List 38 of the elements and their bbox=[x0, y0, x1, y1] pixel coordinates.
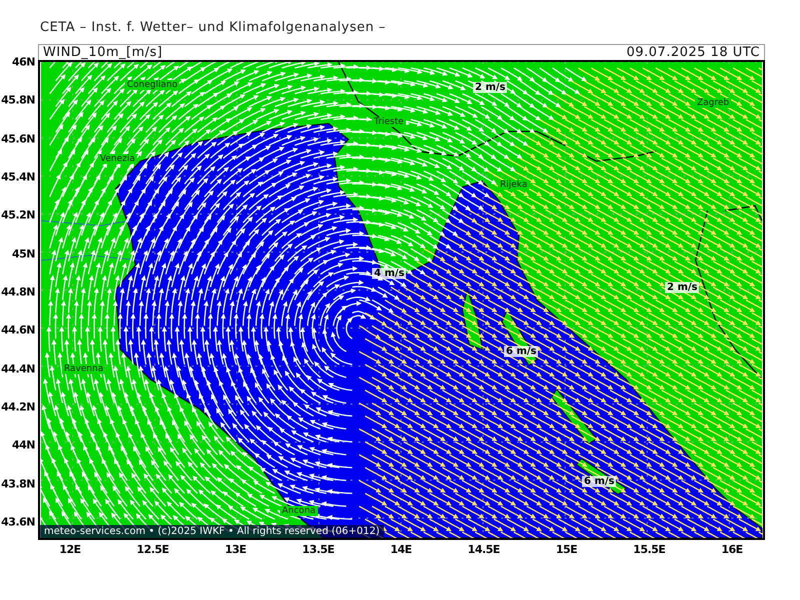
latitude-label: 44.8N bbox=[1, 285, 35, 298]
chart-title: CETA – Inst. f. Wetter– und Klimafolgenanalysen – bbox=[40, 20, 387, 37]
timestamp-label: 09.07.2025 18 UTC bbox=[626, 45, 760, 60]
city-label: Ancona bbox=[280, 506, 318, 516]
latitude-label: 44.2N bbox=[1, 400, 35, 414]
longitude-label: 12.5E bbox=[136, 543, 169, 556]
longitude-label: 13E bbox=[224, 543, 246, 556]
wind-speed-label: 4 m/s bbox=[372, 268, 406, 279]
longitude-label: 13.5E bbox=[302, 543, 334, 556]
latitude-label: 44N bbox=[12, 438, 35, 452]
wind-speed-label: 6 m/s bbox=[582, 476, 616, 487]
longitude-label: 16E bbox=[721, 543, 743, 556]
latitude-label: 44.6N bbox=[1, 324, 35, 337]
variable-label: WIND_10m_[m/s] bbox=[43, 45, 163, 60]
latitude-label: 45.6N bbox=[1, 132, 35, 146]
copyright-text: meteo-services.com • (c)2025 IWKF • All rights reserved (06+012) bbox=[40, 525, 384, 538]
latitude-label: 45.8N bbox=[1, 94, 35, 107]
latitude-label: 43.6N bbox=[1, 515, 35, 528]
city-label: Conegliano bbox=[125, 80, 180, 90]
city-label: Zagreb bbox=[695, 98, 732, 108]
latitude-label: 44.4N bbox=[1, 362, 35, 376]
longitude-label: 14.5E bbox=[468, 543, 500, 556]
wind-speed-label: 6 m/s bbox=[504, 346, 538, 357]
latitude-label: 43.8N bbox=[1, 477, 35, 490]
longitude-label: 14E bbox=[390, 543, 412, 556]
city-label: Rijeka bbox=[498, 180, 530, 190]
latitude-label: 45.4N bbox=[1, 170, 35, 184]
longitude-label: 15.5E bbox=[633, 543, 666, 556]
latitude-label: 45N bbox=[12, 247, 35, 260]
city-label: Venezia bbox=[98, 154, 137, 164]
city-label: Ravenna bbox=[62, 364, 106, 374]
wind-speed-label: 2 m/s bbox=[473, 82, 508, 93]
latitude-label: 45.2N bbox=[1, 208, 35, 222]
city-label: Trieste bbox=[372, 117, 406, 127]
longitude-label: 15E bbox=[556, 543, 578, 556]
wind-speed-label: 2 m/s bbox=[665, 282, 700, 293]
latitude-label: 46N bbox=[12, 56, 35, 68]
longitude-label: 12E bbox=[59, 543, 81, 556]
